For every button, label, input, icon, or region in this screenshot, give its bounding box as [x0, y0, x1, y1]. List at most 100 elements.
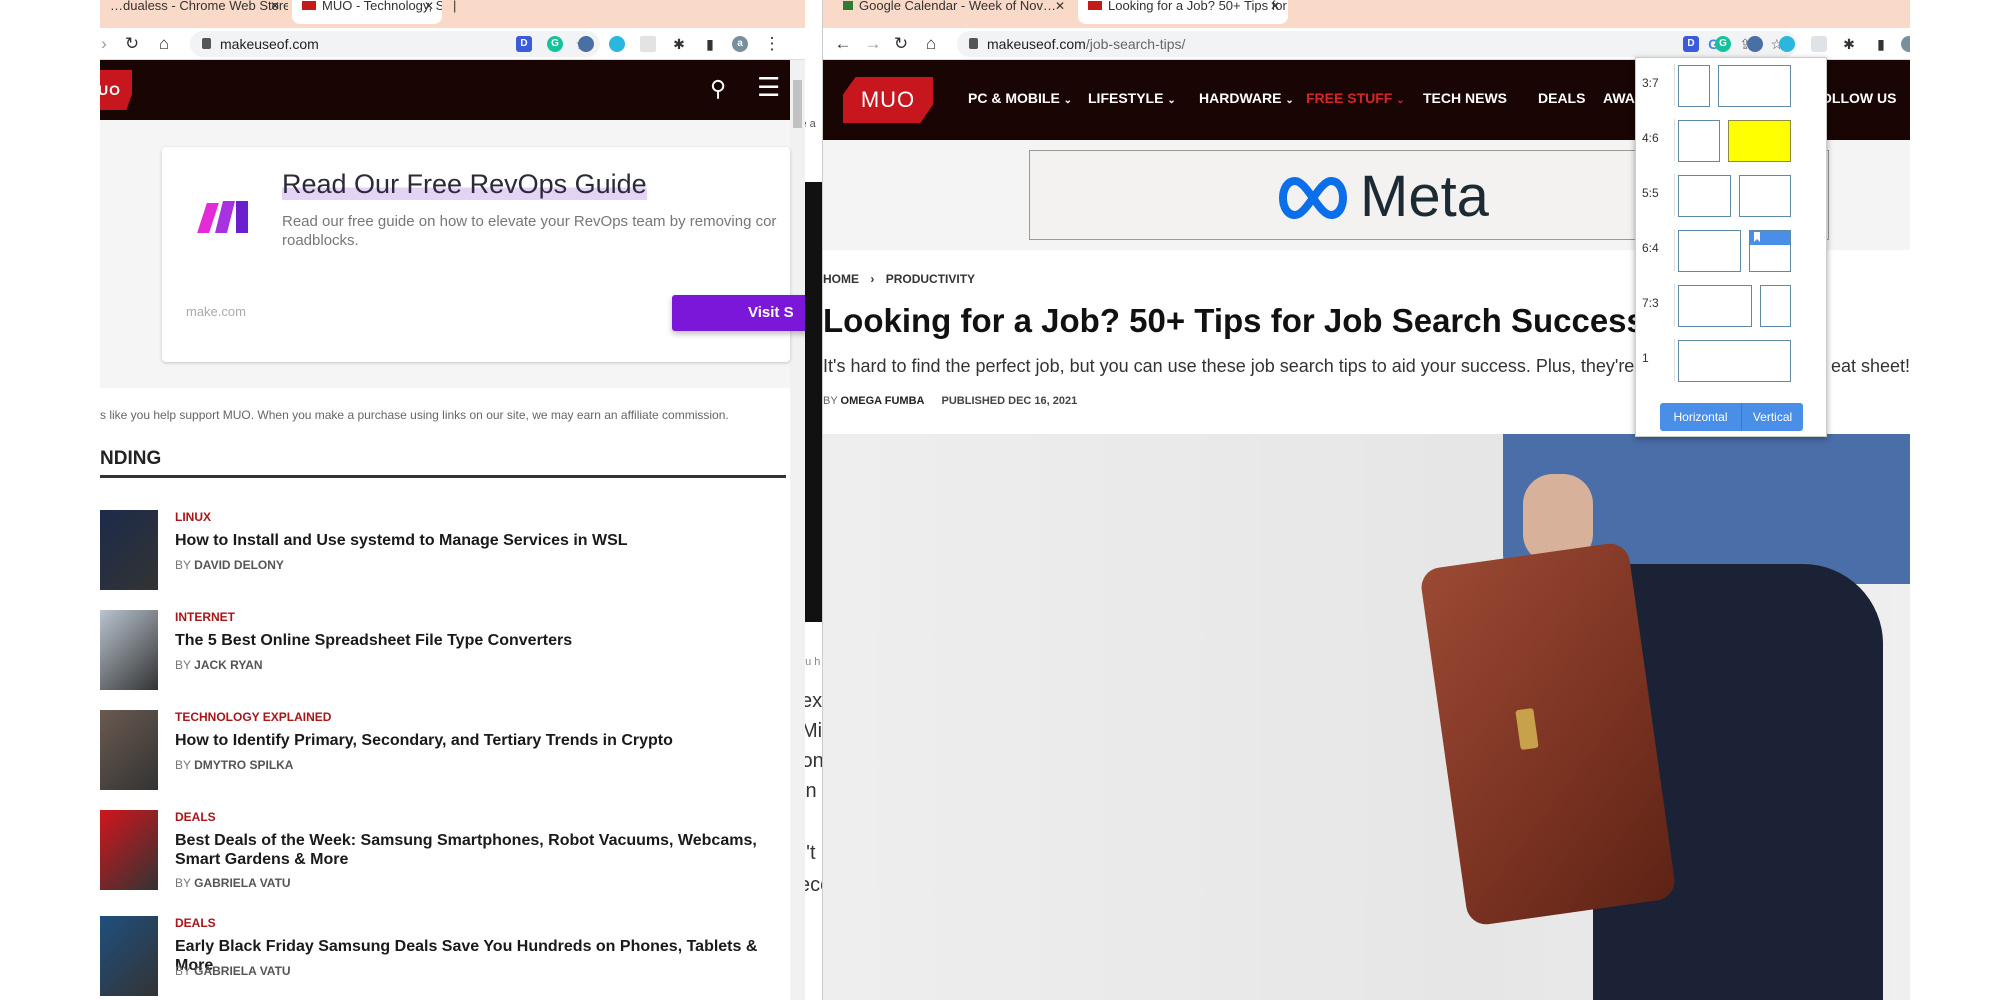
sponsored-ad-card[interactable]: Read Our Free RevOps Guide Read our free… — [162, 147, 805, 362]
trending-article[interactable]: DEALS Early Black Friday Samsung Deals S… — [100, 914, 790, 1000]
search-icon[interactable]: ⚲ — [710, 76, 726, 102]
layout-option-row[interactable]: 1 — [1636, 335, 1826, 385]
ext-shield-icon[interactable] — [578, 36, 594, 52]
ext-grammarly-icon[interactable]: G — [1715, 36, 1731, 52]
layout-pane[interactable] — [1678, 340, 1791, 382]
author-link[interactable]: OMEGA FUMBA — [841, 395, 925, 407]
author-link[interactable]: JACK RYAN — [194, 658, 262, 672]
hamburger-menu-icon[interactable]: ☰ — [757, 72, 780, 103]
scrollbar-thumb[interactable] — [793, 80, 802, 128]
ext-d-icon[interactable]: D — [1683, 36, 1699, 52]
ext-grammarly-icon[interactable]: G — [547, 36, 563, 52]
menu-kebab-icon[interactable]: ⋮ — [762, 34, 782, 54]
trending-article[interactable]: INTERNET The 5 Best Online Spreadsheet F… — [100, 608, 790, 698]
article-title[interactable]: The 5 Best Online Spreadsheet File Type … — [175, 631, 785, 650]
article-thumbnail[interactable] — [100, 810, 158, 890]
trending-article[interactable]: DEALS Best Deals of the Week: Samsung Sm… — [100, 808, 790, 898]
left-address-bar[interactable]: makeuseof.com ⇪ ☆ — [190, 31, 600, 57]
ad-headline[interactable]: Read Our Free RevOps Guide — [282, 169, 647, 200]
close-tab-icon[interactable]: ✕ — [424, 0, 434, 12]
divider — [1674, 284, 1675, 326]
article-category[interactable]: INTERNET — [175, 610, 235, 624]
article-title[interactable]: Best Deals of the Week: Samsung Smartpho… — [175, 831, 785, 869]
breadcrumb-productivity[interactable]: PRODUCTIVITY — [886, 272, 975, 286]
right-tab-0[interactable]: Google Calendar - Week of Nov… ✕ — [833, 0, 1073, 24]
nav-item[interactable]: FREE STUFF ⌄ — [1306, 90, 1405, 106]
layout-pane-right[interactable] — [1718, 65, 1791, 107]
background-fragment: Mi — [805, 720, 823, 742]
article-thumbnail[interactable] — [100, 610, 158, 690]
scrollbar[interactable] — [790, 60, 805, 1000]
layout-pane-left[interactable] — [1678, 285, 1752, 327]
vertical-button[interactable]: Vertical — [1742, 403, 1803, 431]
ad-cta-button[interactable]: Visit S — [672, 295, 805, 331]
author-link[interactable]: DMYTRO SPILKA — [194, 758, 293, 772]
layout-option-row[interactable]: 6:4 — [1636, 225, 1826, 275]
ext-split-icon[interactable] — [640, 36, 656, 52]
muo-logo[interactable]: UO — [100, 70, 132, 110]
left-tab-0[interactable]: …dualess - Chrome Web Store ✕ — [100, 0, 288, 24]
forward-icon[interactable]: → — [863, 34, 883, 54]
side-panel-icon[interactable]: ▮ — [1871, 34, 1891, 54]
article-category[interactable]: TECHNOLOGY EXPLAINED — [175, 710, 331, 724]
home-icon[interactable]: ⌂ — [154, 34, 174, 54]
layout-option-row[interactable]: 7:3 — [1636, 280, 1826, 330]
layout-pane-right[interactable] — [1749, 230, 1791, 272]
nav-item[interactable]: PC & MOBILE ⌄ — [968, 90, 1072, 106]
layout-option-row[interactable]: 5:5 — [1636, 170, 1826, 220]
back-icon[interactable]: ← — [833, 34, 853, 54]
trending-article[interactable]: LINUX How to Install and Use systemd to … — [100, 508, 790, 598]
new-tab-button[interactable]: | — [443, 0, 803, 24]
close-tab-icon[interactable]: ✕ — [1270, 0, 1280, 12]
author-link[interactable]: DAVID DELONY — [194, 558, 284, 572]
ext-split-screen-icon[interactable] — [1811, 36, 1827, 52]
article-thumbnail[interactable] — [100, 710, 158, 790]
profile-avatar[interactable]: a — [732, 36, 748, 52]
side-panel-icon[interactable]: ▮ — [700, 34, 720, 54]
layout-pane-left[interactable] — [1678, 230, 1741, 272]
right-tab-1[interactable]: Looking for a Job? 50+ Tips for… ✕ — [1078, 0, 1288, 24]
article-title[interactable]: How to Identify Primary, Secondary, and … — [175, 731, 785, 750]
reload-icon[interactable]: ↻ — [891, 34, 911, 54]
extensions-puzzle-icon[interactable]: ✱ — [1839, 34, 1859, 54]
right-address-bar[interactable]: makeuseof.com/job-search-tips/ G ⇪ ☆ — [957, 31, 1797, 57]
reload-icon[interactable]: ↻ — [122, 34, 142, 54]
nav-item[interactable]: LIFESTYLE ⌄ — [1088, 90, 1176, 106]
article-thumbnail[interactable] — [100, 916, 158, 996]
author-link[interactable]: GABRIELA VATU — [194, 876, 290, 890]
ext-d-icon[interactable]: D — [516, 36, 532, 52]
horizontal-button[interactable]: Horizontal — [1660, 403, 1742, 431]
layout-pane-left[interactable] — [1678, 65, 1710, 107]
nav-item[interactable]: HARDWARE ⌄ — [1199, 90, 1294, 106]
layout-pane-left[interactable] — [1678, 175, 1731, 217]
nav-item[interactable]: TECH NEWS — [1423, 90, 1507, 106]
left-tab-1[interactable]: MUO - Technology, Simplified.✕ — [292, 0, 442, 24]
author-link[interactable]: GABRIELA VATU — [194, 964, 290, 978]
layout-pane-right[interactable] — [1760, 285, 1791, 327]
nav-item[interactable]: DEALS — [1538, 90, 1585, 106]
layout-option-row[interactable]: 3:7 — [1636, 60, 1826, 110]
trending-article[interactable]: TECHNOLOGY EXPLAINED How to Identify Pri… — [100, 708, 790, 798]
extensions-puzzle-icon[interactable]: ✱ — [669, 34, 689, 54]
layout-option-row[interactable]: 4:6 — [1636, 115, 1826, 165]
tab-title: Google Calendar - Week of Nov… — [859, 0, 1057, 13]
home-icon[interactable]: ⌂ — [921, 34, 941, 54]
layout-pane-left[interactable] — [1678, 120, 1720, 162]
muo-logo[interactable]: MUO — [843, 77, 933, 123]
article-title[interactable]: How to Install and Use systemd to Manage… — [175, 531, 785, 550]
close-tab-icon[interactable]: ✕ — [270, 0, 280, 12]
ext-orb-icon[interactable] — [1779, 36, 1795, 52]
close-tab-icon[interactable]: ✕ — [1055, 0, 1065, 12]
profile-avatar[interactable] — [1901, 36, 1910, 52]
ext-shield-icon[interactable] — [1747, 36, 1763, 52]
article-category[interactable]: DEALS — [175, 916, 216, 930]
breadcrumb-home[interactable]: HOME — [823, 272, 859, 286]
article-category[interactable]: DEALS — [175, 810, 216, 824]
layout-pane-right[interactable] — [1739, 175, 1791, 217]
follow-us-link[interactable]: OLLOW US — [1821, 90, 1896, 106]
article-category[interactable]: LINUX — [175, 510, 211, 524]
layout-pane-right[interactable] — [1728, 120, 1791, 162]
forward-icon[interactable]: › — [100, 34, 114, 54]
article-thumbnail[interactable] — [100, 510, 158, 590]
ext-orb-icon[interactable] — [609, 36, 625, 52]
